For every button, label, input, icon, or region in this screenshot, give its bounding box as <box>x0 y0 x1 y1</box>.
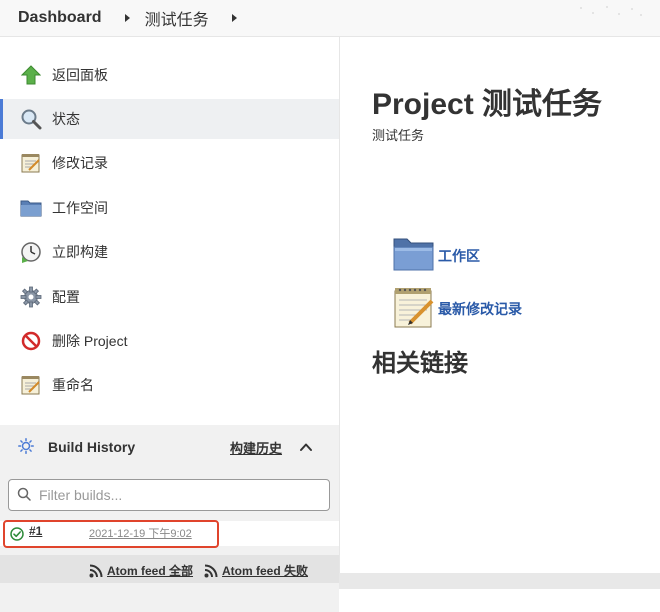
breadcrumb-separator-icon[interactable] <box>124 14 130 22</box>
notepad-icon <box>20 374 42 396</box>
sidebar-item-label: 配置 <box>52 289 80 305</box>
workspace-link[interactable]: 工作区 <box>392 234 480 277</box>
recent-changes-link[interactable]: 最新修改记录 <box>392 285 522 332</box>
build-row-highlight <box>3 520 219 548</box>
sidebar-item-rename[interactable]: 重命名 <box>0 365 339 405</box>
page-title: Project 测试任务 <box>372 88 603 121</box>
sidebar-item-status[interactable]: 状态 <box>0 99 339 139</box>
decorative-dots <box>576 4 646 18</box>
no-entry-icon <box>20 330 42 352</box>
atom-feeds-bar: Atom feed 全部 Atom feed 失败 <box>0 555 339 583</box>
rss-icon <box>89 564 103 577</box>
notepad-icon <box>392 285 436 332</box>
gear-icon <box>20 286 42 308</box>
main-footer-bar <box>339 573 660 589</box>
rss-icon <box>204 564 218 577</box>
filter-builds-input[interactable] <box>39 487 309 503</box>
filter-builds-box[interactable] <box>8 479 330 511</box>
sidebar-item-label: 立即构建 <box>52 244 108 260</box>
folder-icon <box>20 197 42 219</box>
notepad-icon <box>20 152 42 174</box>
breadcrumb-project[interactable]: 测试任务 <box>145 6 209 30</box>
workspace-link-label: 工作区 <box>438 247 480 264</box>
project-description: 测试任务 <box>372 128 425 143</box>
sidebar-item-back-to-dashboard[interactable]: 返回面板 <box>0 55 339 95</box>
breadcrumb-dashboard[interactable]: Dashboard <box>18 9 102 27</box>
breadcrumb: Dashboard 测试任务 <box>0 0 660 37</box>
magnifier-icon <box>20 108 42 130</box>
sidebar-item-label: 返回面板 <box>52 67 108 83</box>
build-clock-icon <box>20 241 42 263</box>
sidebar-item-label: 修改记录 <box>52 155 108 171</box>
sidebar-item-label: 工作空间 <box>52 200 108 216</box>
sidebar-item-changes[interactable]: 修改记录 <box>0 143 339 183</box>
sidebar-item-delete-project[interactable]: 删除 Project <box>0 321 339 361</box>
build-history-panel: #1 2021-12-19 下午9:02 Atom feed 全部 Atom f… <box>0 469 339 612</box>
atom-feed-failed-link[interactable]: Atom feed 失败 <box>204 562 308 579</box>
sidebar-item-label: 状态 <box>52 111 80 127</box>
sidebar: 返回面板 状态 修改记录 工作空间 立即构建 配置 删除 Project 重命名… <box>0 37 339 612</box>
breadcrumb-separator-icon[interactable] <box>231 14 237 22</box>
sidebar-item-workspace[interactable]: 工作空间 <box>0 188 339 228</box>
build-trend-link[interactable]: 构建历史 <box>230 438 282 457</box>
main-content: Project 测试任务 测试任务 工作区 最新修改记录 相关链接 <box>339 37 660 573</box>
atom-feed-all-link[interactable]: Atom feed 全部 <box>89 562 193 579</box>
build-history-title: Build History <box>48 439 136 455</box>
folder-icon <box>392 234 436 277</box>
chevron-up-icon[interactable] <box>299 440 313 454</box>
sidebar-item-label: 重命名 <box>52 377 94 393</box>
related-links-heading: 相关链接 <box>372 350 468 377</box>
sidebar-item-configure[interactable]: 配置 <box>0 277 339 317</box>
sidebar-item-build-now[interactable]: 立即构建 <box>0 232 339 272</box>
build-history-icon <box>18 437 34 457</box>
search-icon <box>17 487 31 504</box>
recent-changes-link-label: 最新修改记录 <box>438 300 522 317</box>
up-arrow-icon <box>20 64 42 86</box>
sidebar-item-label: 删除 Project <box>52 333 128 349</box>
build-history-header: Build History 构建历史 <box>0 425 339 469</box>
